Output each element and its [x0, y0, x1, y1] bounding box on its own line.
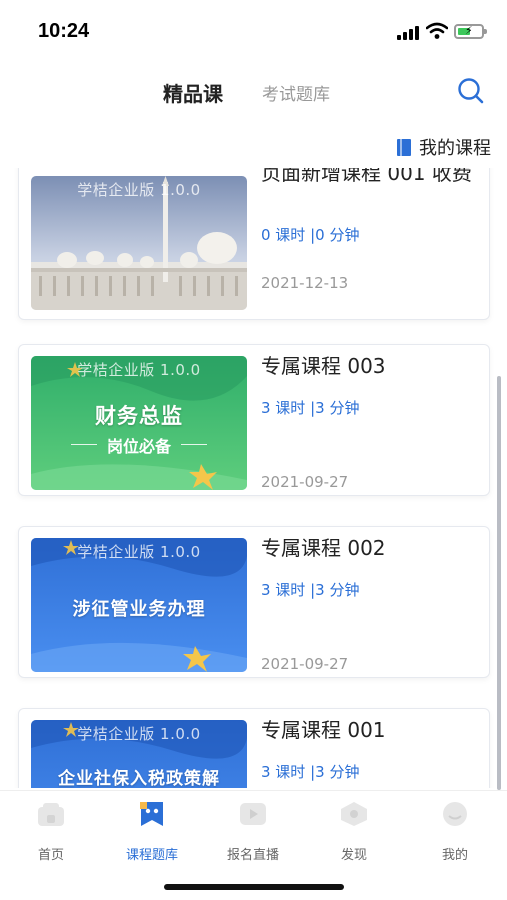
course-card[interactable]: 学桔企业版 1.0.0 涉征管业务办理 专属课程 002 3 课时 |3 分钟 … — [18, 526, 490, 678]
course-thumbnail: 学桔企业版 1.0.0 财务总监 岗位必备 — [31, 356, 247, 490]
course-title: 页面新增课程 001 收费 — [261, 168, 472, 185]
my-courses-label: 我的课程 — [419, 138, 491, 159]
nav-label: 首页 — [37, 848, 64, 863]
wifi-icon — [426, 22, 448, 39]
search-icon[interactable] — [456, 76, 486, 106]
thumbnail-banner-title: 涉征管业务办理 — [72, 599, 206, 620]
nav-label: 报名直播 — [226, 848, 279, 863]
course-meta: 3 课时 |3 分钟 — [261, 399, 360, 417]
book-icon — [397, 138, 411, 156]
nav-label: 课程题库 — [125, 848, 178, 863]
thumbnail-watermark: 学桔企业版 1.0.0 — [77, 181, 201, 199]
tab-premium-courses[interactable]: 精品课 — [163, 78, 223, 107]
banner-divider — [181, 444, 207, 445]
course-date: 2021-12-13 — [261, 274, 349, 292]
course-bank-icon — [140, 802, 163, 826]
course-title: 专属课程 001 — [261, 718, 386, 742]
course-title: 专属课程 003 — [261, 354, 386, 378]
course-date: 2021-09-27 — [261, 655, 349, 673]
battery-icon: ⚡ — [454, 24, 487, 39]
course-meta: 3 课时 |3 分钟 — [261, 763, 360, 781]
course-card[interactable]: 学桔企业版 1.0.0 财务总监 岗位必备 专属课程 003 3 课时 |3 分… — [18, 344, 490, 496]
home-indicator[interactable] — [164, 884, 344, 890]
tab-exam-bank[interactable]: 考试题库 — [262, 80, 330, 105]
thumbnail-banner-title: 企业社保入税政策解 — [58, 769, 220, 788]
thumbnail-watermark: 学桔企业版 1.0.0 — [77, 725, 201, 743]
my-courses-link[interactable]: 我的课程 — [397, 134, 491, 160]
course-date: 2021-09-27 — [261, 473, 349, 491]
home-icon — [38, 803, 64, 826]
course-list[interactable]: 学桔企业版 1.0.0 页面新增课程 001 收费 0 课时 |0 分钟 202… — [0, 168, 507, 788]
course-meta: 0 课时 |0 分钟 — [261, 226, 360, 244]
nav-label: 我的 — [441, 848, 468, 863]
thumbnail-watermark: 学桔企业版 1.0.0 — [77, 361, 201, 379]
top-tab-bar: 精品课 考试题库 — [0, 64, 507, 120]
course-card[interactable]: 学桔企业版 1.0.0 页面新增课程 001 收费 0 课时 |0 分钟 202… — [18, 168, 490, 320]
profile-icon — [443, 802, 467, 826]
scrollbar[interactable] — [497, 376, 501, 790]
signal-icon — [397, 26, 419, 40]
nav-item-live[interactable]: 报名直播 — [208, 801, 298, 863]
nav-label: 发现 — [340, 848, 367, 863]
course-thumbnail: 学桔企业版 1.0.0 涉征管业务办理 — [31, 538, 247, 672]
course-card[interactable]: 学桔企业版 1.0.0 企业社保入税政策解 专属课程 001 3 课时 |3 分… — [18, 708, 490, 788]
nav-item-course-bank[interactable]: 课程题库 — [107, 801, 197, 863]
course-title: 专属课程 002 — [261, 536, 386, 560]
status-time: 10:24 — [38, 20, 90, 42]
live-icon — [240, 803, 266, 825]
nav-item-discover[interactable]: 发现 — [309, 801, 399, 863]
thumbnail-banner-subtitle: 岗位必备 — [106, 437, 171, 456]
course-thumbnail: 学桔企业版 1.0.0 — [31, 176, 247, 310]
course-meta: 3 课时 |3 分钟 — [261, 581, 360, 599]
bottom-nav: 首页 课程题库 报名直播 发现 我的 — [0, 790, 507, 900]
course-thumbnail: 学桔企业版 1.0.0 企业社保入税政策解 — [31, 720, 247, 788]
discover-icon — [341, 802, 367, 826]
nav-item-profile[interactable]: 我的 — [410, 801, 500, 863]
thumbnail-watermark: 学桔企业版 1.0.0 — [77, 543, 201, 561]
nav-item-home[interactable]: 首页 — [6, 801, 96, 863]
thumbnail-banner-title: 财务总监 — [95, 404, 183, 428]
status-bar: 10:24 ⚡ — [0, 0, 507, 64]
